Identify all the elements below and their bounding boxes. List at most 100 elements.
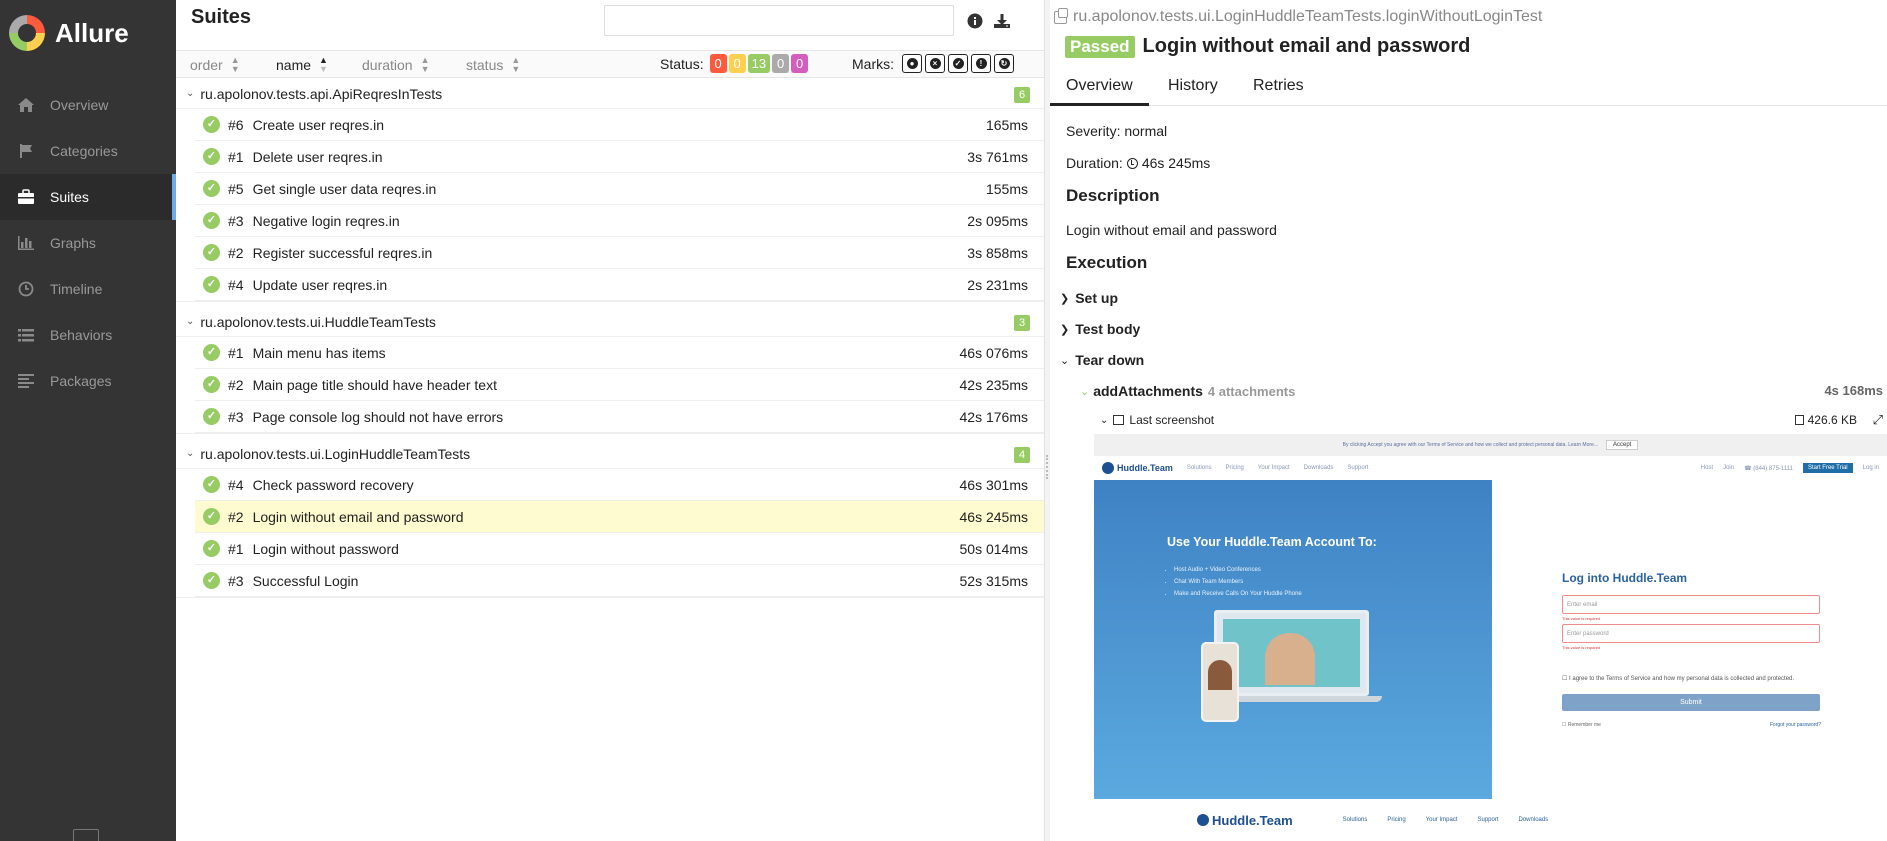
new-failed-mark-toggle[interactable]: × bbox=[925, 54, 945, 73]
info-icon[interactable] bbox=[964, 10, 986, 32]
sidebar-item-packages[interactable]: Packages bbox=[0, 358, 176, 404]
status-failed-toggle[interactable]: 0 bbox=[709, 54, 727, 73]
sort-duration[interactable]: duration ▲ ▼ bbox=[362, 56, 430, 74]
tab-retries[interactable]: Retries bbox=[1253, 77, 1304, 104]
test-name: Check password recovery bbox=[252, 476, 414, 493]
allure-logo[interactable]: Allure bbox=[0, 0, 176, 66]
expand-icon[interactable]: ⤢ bbox=[1873, 412, 1883, 428]
sidebar-item-graphs[interactable]: Graphs bbox=[0, 220, 176, 266]
test-row[interactable]: ✓ #3 Negative login reqres.in 2s 095ms bbox=[195, 205, 1044, 237]
site-nav: Huddle.Team Solutions Pricing Your Impac… bbox=[1094, 456, 1887, 480]
test-row[interactable]: ✓ #5 Get single user data reqres.in 155ms bbox=[195, 173, 1044, 205]
test-number: #3 bbox=[228, 572, 244, 589]
step-setup[interactable]: ❯ Set up bbox=[1060, 290, 1118, 306]
splitter-grip-icon[interactable] bbox=[1046, 455, 1048, 479]
step-test-body[interactable]: ❯ Test body bbox=[1060, 321, 1140, 337]
download-icon[interactable] bbox=[991, 10, 1013, 32]
briefcase-icon bbox=[14, 188, 38, 206]
tab-history[interactable]: History bbox=[1168, 77, 1218, 104]
chevron-right-icon: ❯ bbox=[1060, 323, 1070, 336]
test-row[interactable]: ✓ #3 Page console log should not have erro… bbox=[195, 401, 1044, 433]
test-row[interactable]: ✓ #1 Delete user reqres.in 3s 761ms bbox=[195, 141, 1044, 173]
screenshot-preview[interactable]: By clicking Accept you agree with our Te… bbox=[1094, 434, 1887, 841]
test-row[interactable]: ✓ #6 Create user reqres.in 165ms bbox=[195, 109, 1044, 141]
test-name: Negative login reqres.in bbox=[252, 212, 400, 229]
tab-overview[interactable]: Overview bbox=[1050, 77, 1149, 106]
sort-status[interactable]: status ▲ ▼ bbox=[466, 56, 520, 74]
status-unknown-toggle[interactable]: 0 bbox=[791, 54, 809, 73]
status-passed-toggle[interactable]: 13 bbox=[747, 54, 771, 73]
sort-name[interactable]: name ▲ ▼ bbox=[276, 56, 328, 74]
site-nav-item: Log in bbox=[1862, 465, 1879, 471]
test-name: Get single user data reqres.in bbox=[252, 180, 437, 197]
passed-check-icon: ✓ bbox=[203, 212, 220, 229]
copy-icon[interactable] bbox=[1054, 7, 1068, 24]
sidebar-item-behaviors[interactable]: Behaviors bbox=[0, 312, 176, 358]
test-row[interactable]: ✓ #1 Login without password 50s 014ms bbox=[195, 533, 1044, 565]
logo-icon bbox=[1197, 814, 1209, 826]
attachment-row[interactable]: ⌄ Last screenshot 426.6 KB ⤢ bbox=[1100, 411, 1887, 429]
suite-group-header[interactable]: ⌄ ru.apolonov.tests.ui.HuddleTeamTests 3 bbox=[176, 307, 1044, 337]
test-row[interactable]: ✓ #4 Check password recovery 46s 301ms bbox=[195, 469, 1044, 501]
chevron-down-icon: ⌄ bbox=[186, 316, 195, 327]
test-name: Successful Login bbox=[252, 572, 359, 589]
clock-icon bbox=[1126, 157, 1138, 169]
footer-nav-item: Your Impact bbox=[1425, 817, 1458, 823]
status-badge: Passed bbox=[1065, 35, 1135, 58]
status-broken-toggle[interactable]: 0 bbox=[728, 54, 746, 73]
duration-line: Duration: 46s 245ms bbox=[1066, 155, 1210, 171]
suite-group-header[interactable]: ⌄ ru.apolonov.tests.ui.LoginHuddleTeamTe… bbox=[176, 439, 1044, 469]
test-name: Page console log should not have errors bbox=[252, 408, 504, 425]
new-broken-mark-toggle[interactable]: ! bbox=[971, 54, 991, 73]
retries-mark-toggle[interactable]: ↻ bbox=[994, 54, 1014, 73]
footer-logo: Huddle.Team bbox=[1197, 813, 1313, 828]
suite-group-header[interactable]: ⌄ ru.apolonov.tests.api.ApiReqresInTests… bbox=[176, 79, 1044, 109]
hero-point: Chat With Team Members bbox=[1174, 576, 1302, 588]
test-row[interactable]: ✓ #1 Main menu has items 46s 076ms bbox=[195, 337, 1044, 369]
flaky-mark-toggle[interactable]: ● bbox=[902, 54, 922, 73]
collapse-sidebar-button[interactable] bbox=[73, 829, 99, 841]
test-name: Update user reqres.in bbox=[252, 276, 388, 293]
search-input[interactable] bbox=[604, 5, 954, 36]
test-row[interactable]: ✓ #3 Successful Login 52s 315ms bbox=[195, 565, 1044, 597]
step-label: Test body bbox=[1075, 321, 1141, 337]
footer-nav-item: Pricing bbox=[1387, 817, 1406, 823]
agree-checkbox: ☐ I agree to the Terms of Service and ho… bbox=[1562, 676, 1795, 682]
login-title: Log into Huddle.Team bbox=[1562, 571, 1688, 585]
site-nav-item: Pricing bbox=[1225, 465, 1244, 471]
test-row[interactable]: ✓ #4 Update user reqres.in 2s 231ms bbox=[195, 269, 1044, 301]
test-name: Main page title should have header text bbox=[252, 376, 497, 393]
passed-check-icon: ✓ bbox=[203, 116, 220, 133]
attachments-count: 4 attachments bbox=[1207, 383, 1296, 399]
test-number: #1 bbox=[228, 148, 244, 165]
test-row[interactable]: ✓ #2 Register successful reqres.in 3s 858ms bbox=[195, 237, 1044, 269]
test-row-selected[interactable]: ✓ #2 Login without email and password 46s 2… bbox=[195, 501, 1044, 533]
phone-illustration bbox=[1201, 642, 1239, 722]
duration-value: 46s 245ms bbox=[1141, 155, 1211, 171]
add-attachments-step[interactable]: ⌄ addAttachments 4 attachments 4s 168ms bbox=[1080, 381, 1887, 401]
sidebar-item-overview[interactable]: Overview bbox=[0, 82, 176, 128]
sort-name-label: name bbox=[276, 57, 312, 73]
file-icon bbox=[1794, 415, 1804, 425]
sort-order[interactable]: order ▲ ▼ bbox=[190, 56, 240, 74]
attachment-name: Last screenshot bbox=[1129, 413, 1215, 427]
chevron-down-icon: ⌄ bbox=[1080, 385, 1090, 398]
step-tear-down[interactable]: ⌄ Tear down bbox=[1060, 352, 1144, 368]
marks-label: Marks: bbox=[852, 55, 894, 72]
hero-title: Use Your Huddle.Team Account To: bbox=[1167, 535, 1377, 549]
suites-pane: Suites order ▲ ▼ name ▲ ▼ duration ▲ ▼ stat… bbox=[176, 0, 1044, 841]
sort-arrows-icon: ▲ ▼ bbox=[319, 55, 328, 74]
align-left-icon bbox=[14, 372, 38, 390]
test-number: #2 bbox=[228, 508, 244, 525]
status-skipped-toggle[interactable]: 0 bbox=[772, 54, 790, 73]
sidebar-item-timeline[interactable]: Timeline bbox=[0, 266, 176, 312]
test-row[interactable]: ✓ #2 Main page title should have header te… bbox=[195, 369, 1044, 401]
sidebar-item-suites[interactable]: Suites bbox=[0, 174, 176, 220]
new-passed-mark-toggle[interactable]: ✓ bbox=[948, 54, 968, 73]
times-circle-icon: × bbox=[929, 58, 941, 69]
test-duration: 3s 761ms bbox=[967, 149, 1028, 165]
list-icon bbox=[14, 326, 38, 344]
sidebar-item-label: Overview bbox=[50, 97, 109, 113]
sort-status-label: status bbox=[466, 57, 504, 73]
sidebar-item-categories[interactable]: Categories bbox=[0, 128, 176, 174]
